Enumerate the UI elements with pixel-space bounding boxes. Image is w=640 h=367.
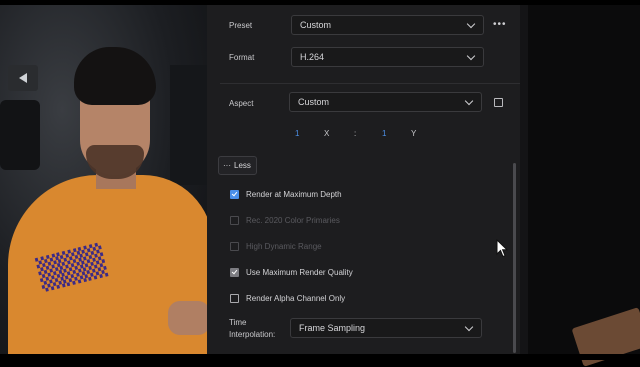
format-dropdown[interactable]: H.264: [291, 47, 484, 67]
aspect-lock-checkbox[interactable]: [494, 98, 503, 107]
preset-dropdown[interactable]: Custom: [291, 15, 484, 35]
right-background: [520, 5, 640, 367]
render-max-depth-label: Render at Maximum Depth: [246, 190, 342, 199]
aspect-label: Aspect: [229, 99, 254, 108]
aspect-ratio-y-value[interactable]: 1: [382, 129, 386, 138]
chevron-down-icon: [466, 19, 476, 29]
aspect-ratio-y-label: Y: [411, 129, 417, 138]
preset-value: Custom: [300, 20, 332, 30]
more-horizontal-icon[interactable]: •••: [493, 19, 507, 30]
hdr-checkbox[interactable]: [230, 242, 239, 251]
time-interpolation-label-line2: Interpolation:: [229, 330, 276, 339]
max-render-quality-checkbox[interactable]: [230, 268, 239, 277]
panel-scrollbar[interactable]: [513, 163, 516, 353]
speaker-device: [8, 65, 38, 91]
chevron-down-icon: [464, 322, 474, 332]
max-render-quality-label: Use Maximum Render Quality: [246, 268, 353, 277]
aspect-ratio-separator: :: [354, 129, 357, 138]
chevron-down-icon: [466, 51, 476, 61]
presenter-hand: [168, 301, 207, 335]
time-interpolation-dropdown[interactable]: Frame Sampling: [290, 318, 482, 338]
format-value: H.264: [300, 52, 325, 62]
more-dots-icon: ···: [223, 161, 231, 170]
chevron-down-icon: [464, 96, 474, 106]
time-interpolation-value: Frame Sampling: [299, 323, 366, 333]
panel-edge: [520, 5, 528, 354]
section-divider: [220, 83, 520, 84]
format-label: Format: [229, 53, 255, 62]
background-wall: [170, 65, 207, 185]
aspect-dropdown[interactable]: Custom: [289, 92, 482, 112]
rec2020-checkbox[interactable]: [230, 216, 239, 225]
aspect-ratio-x-value[interactable]: 1: [295, 129, 299, 138]
less-button[interactable]: ··· Less: [218, 156, 257, 175]
letterbox-bottom: [0, 354, 640, 360]
aspect-value: Custom: [298, 97, 330, 107]
background-chair: [0, 100, 40, 170]
mouse-pointer-icon: [496, 239, 508, 258]
presenter-hair: [74, 47, 156, 105]
time-interpolation-label-line1: Time: [229, 318, 247, 327]
export-settings-panel: Preset Custom ••• Format H.264 Aspect Cu…: [207, 5, 520, 354]
webcam-video: ▒▒▒: [0, 5, 207, 354]
alpha-channel-only-label: Render Alpha Channel Only: [246, 294, 346, 303]
less-button-label: Less: [234, 161, 251, 170]
hdr-label: High Dynamic Range: [246, 242, 322, 251]
preset-label: Preset: [229, 21, 253, 30]
render-max-depth-checkbox[interactable]: [230, 190, 239, 199]
aspect-ratio-x-label: X: [324, 129, 330, 138]
rec2020-label: Rec. 2020 Color Primaries: [246, 216, 340, 225]
alpha-channel-only-checkbox[interactable]: [230, 294, 239, 303]
